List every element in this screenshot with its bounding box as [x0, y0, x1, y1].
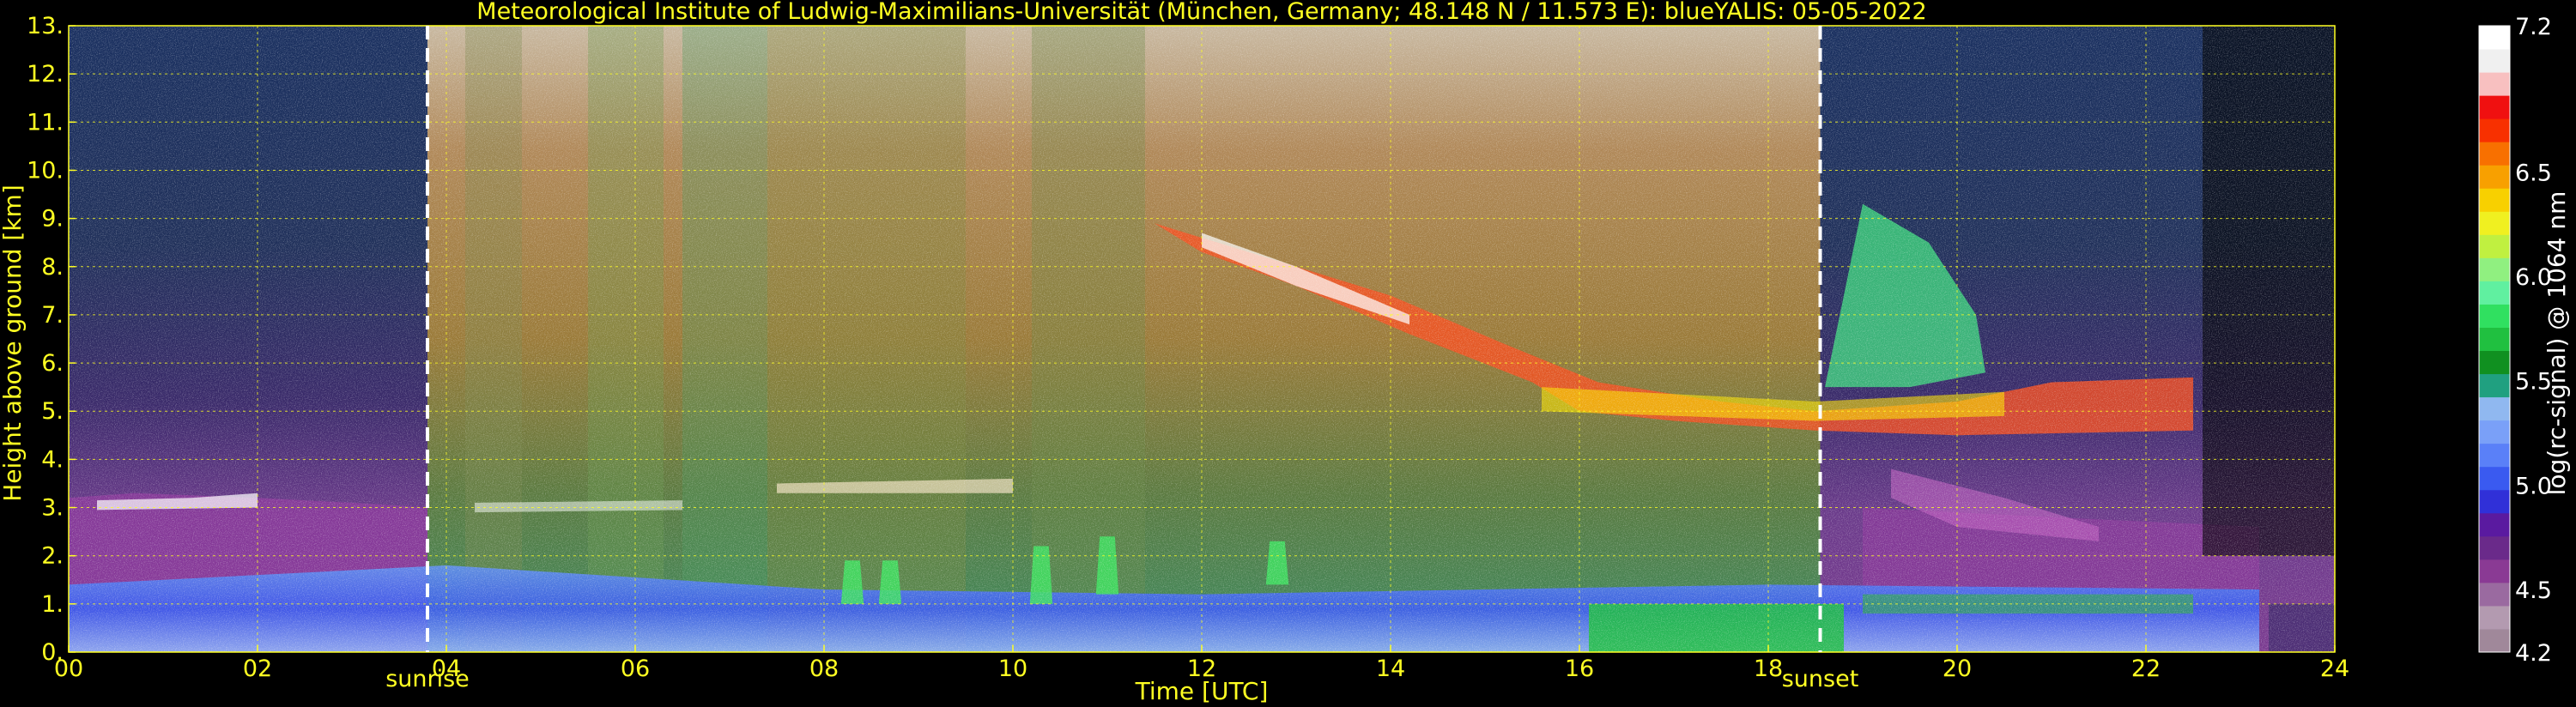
x-tick-label: 10 — [998, 656, 1027, 682]
colorbar-tick-label: 4.5 — [2515, 577, 2552, 604]
colorbar-swatch — [2479, 605, 2510, 630]
y-tick-label: 7. — [41, 302, 64, 329]
colorbar-swatch — [2479, 512, 2510, 537]
colorbar-swatch — [2479, 628, 2510, 653]
x-axis-label: Time [UTC] — [1135, 677, 1269, 705]
x-tick-label: 20 — [1943, 656, 1972, 682]
x-tick-label: 14 — [1376, 656, 1405, 682]
y-tick-label: 10. — [27, 157, 64, 184]
x-tick-label: 08 — [809, 656, 839, 682]
y-tick-label: 4. — [41, 446, 64, 473]
marker-label-sunset: sunset — [1782, 666, 1859, 692]
y-axis-label: Height above ground [km] — [0, 184, 27, 502]
y-tick-label: 0. — [41, 639, 64, 666]
y-tick-label: 1. — [41, 591, 64, 618]
lidar-chart: sunrise sunset 00 02 04 06 08 10 12 14 16 18 20 22 24… — [0, 0, 2571, 705]
colorbar-swatch — [2479, 72, 2510, 96]
colorbar-swatch — [2479, 257, 2510, 281]
colorbar-swatch — [2479, 559, 2510, 583]
colorbar-swatch — [2479, 582, 2510, 607]
y-tick-label: 9. — [41, 206, 64, 233]
colorbar-label: log(rc-signal) @ 1064 nm — [2543, 191, 2571, 496]
colorbar-swatch — [2479, 142, 2510, 166]
y-tick-label: 8. — [41, 254, 64, 281]
x-tick-label: 02 — [243, 656, 272, 682]
colorbar — [2478, 25, 2511, 653]
colorbar-swatch — [2479, 234, 2510, 258]
colorbar-swatch — [2479, 118, 2510, 142]
colorbar-tick-label: 6.5 — [2515, 160, 2552, 186]
colorbar-tick-label: 4.2 — [2515, 640, 2552, 667]
colorbar-swatch — [2479, 350, 2510, 375]
x-tick-label: 24 — [2320, 656, 2349, 682]
colorbar-swatch — [2479, 443, 2510, 468]
colorbar-swatch — [2479, 420, 2510, 444]
colorbar-swatch — [2479, 396, 2510, 421]
y-tick-label: 11. — [27, 109, 64, 136]
x-tick-label: 18 — [1754, 656, 1783, 682]
colorbar-swatch — [2479, 281, 2510, 305]
x-tick-label: 04 — [432, 656, 461, 682]
colorbar-swatch — [2479, 489, 2510, 514]
colorbar-swatch — [2479, 304, 2510, 328]
x-tick-label: 16 — [1565, 656, 1594, 682]
y-tick-label: 5. — [41, 398, 64, 425]
x-tick-label: 22 — [2131, 656, 2161, 682]
colorbar-swatch — [2479, 188, 2510, 212]
colorbar-swatch — [2479, 26, 2510, 50]
y-tick-label: 3. — [41, 495, 64, 522]
colorbar-swatch — [2479, 95, 2510, 119]
x-tick-label: 06 — [621, 656, 650, 682]
colorbar-swatch — [2479, 327, 2510, 352]
colorbar-swatch — [2479, 466, 2510, 491]
y-tick-label: 2. — [41, 543, 64, 570]
colorbar-swatch — [2479, 535, 2510, 560]
colorbar-swatch — [2479, 373, 2510, 398]
y-tick-label: 6. — [41, 350, 64, 377]
colorbar-swatch — [2479, 165, 2510, 189]
y-tick-label: 12. — [27, 61, 64, 88]
colorbar-swatch — [2479, 49, 2510, 73]
colorbar-swatch — [2479, 211, 2510, 235]
y-tick-label: 13. — [27, 13, 64, 39]
chart-title: Meteorological Institute of Ludwig-Maxim… — [476, 0, 1926, 25]
colorbar-tick-label: 7.2 — [2515, 14, 2552, 40]
